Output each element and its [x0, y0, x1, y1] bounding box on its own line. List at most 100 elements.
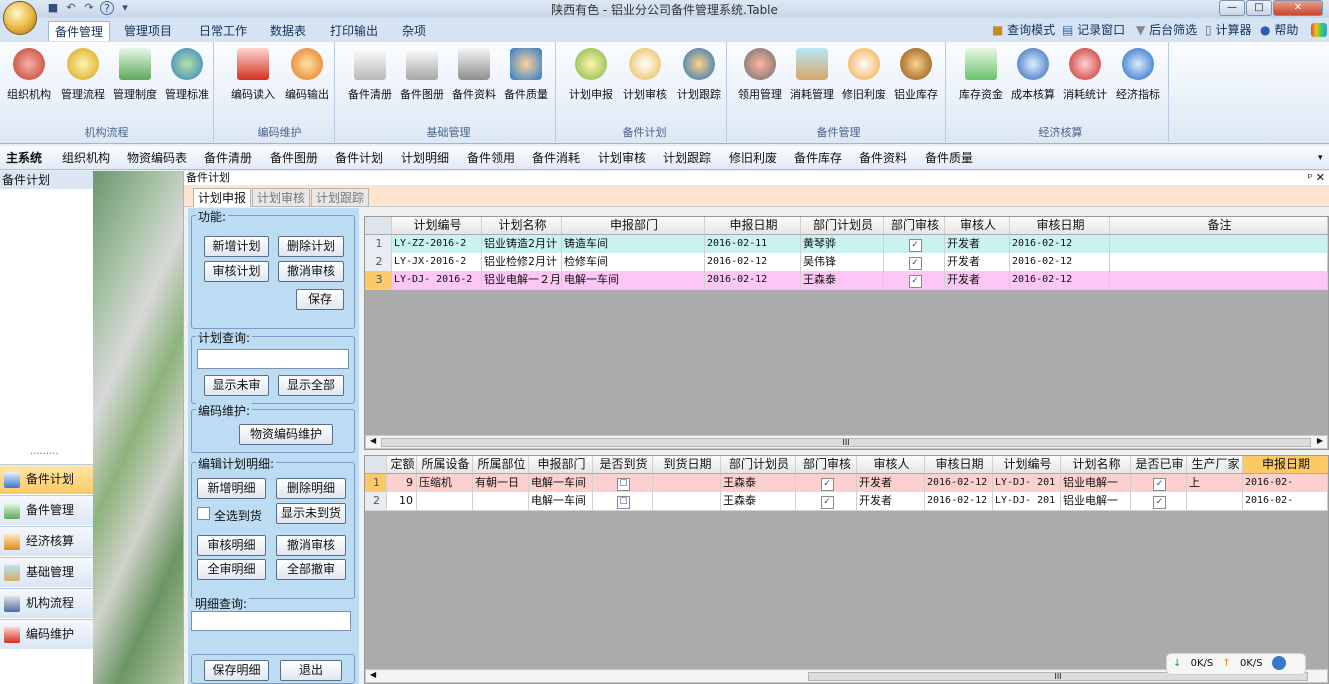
col-plan-no[interactable]: 计划编号: [392, 217, 482, 234]
parts-quality-button[interactable]: 备件质量: [500, 48, 552, 108]
show-unaudited-button[interactable]: 显示未审: [204, 375, 269, 396]
users-icon[interactable]: [1311, 23, 1327, 37]
table-cell[interactable]: 铝业检修2月计: [482, 253, 562, 271]
table-cell[interactable]: 2016-02-12: [925, 492, 993, 510]
col-equipment[interactable]: 所属设备: [417, 456, 473, 473]
col-is-audited[interactable]: 是否已审: [1131, 456, 1187, 473]
parts-list-button[interactable]: 备件清册: [344, 48, 396, 108]
table-cell[interactable]: 2016-02-11: [705, 235, 801, 253]
table-cell[interactable]: 10: [387, 492, 417, 510]
dept-audit-checkbox[interactable]: ✓: [884, 271, 945, 289]
undo-icon[interactable]: ↶: [64, 1, 78, 15]
grid-checkbox[interactable]: ✓: [1131, 492, 1187, 510]
col-dept-audit[interactable]: 部门审核: [884, 217, 945, 234]
grid-checkbox[interactable]: ☐: [593, 492, 653, 510]
nav-main-system[interactable]: 主系统: [6, 150, 42, 166]
table-cell[interactable]: 检修车间: [562, 253, 705, 271]
col-dept[interactable]: 申报部门: [529, 456, 593, 473]
browser-icon[interactable]: [1271, 656, 1286, 670]
dept-audit-checkbox[interactable]: ✓: [884, 253, 945, 271]
table-cell[interactable]: [1110, 271, 1328, 289]
row-number[interactable]: 1: [365, 235, 392, 253]
table-cell[interactable]: [1110, 235, 1328, 253]
save-icon[interactable]: ■: [46, 1, 60, 15]
table-cell[interactable]: 9: [387, 474, 417, 492]
tab-daily-work[interactable]: 日常工作: [193, 21, 253, 41]
col-planner[interactable]: 部门计划员: [801, 217, 884, 234]
background-filter-button[interactable]: ▼ 后台筛选: [1136, 22, 1197, 38]
table-cell[interactable]: 开发者: [857, 474, 925, 492]
audit-all-button[interactable]: 全审明细: [197, 559, 266, 580]
cancel-audit-detail-button[interactable]: 撤消审核: [276, 535, 346, 556]
nav-parts-quality[interactable]: 备件质量: [925, 150, 973, 166]
table-cell[interactable]: 王森泰: [721, 492, 796, 510]
table-cell[interactable]: 黄琴骅: [801, 235, 884, 253]
code-export-button[interactable]: 编码输出: [281, 48, 333, 108]
col-audit-date[interactable]: 审核日期: [1010, 217, 1110, 234]
nav-parts-drawings[interactable]: 备件图册: [270, 150, 318, 166]
col-planner[interactable]: 部门计划员: [721, 456, 796, 473]
delete-detail-button[interactable]: 删除明细: [276, 478, 346, 499]
select-all-arrived-checkbox[interactable]: 全选到货: [197, 507, 262, 524]
table-cell[interactable]: [417, 492, 473, 510]
maximize-button[interactable]: □: [1246, 0, 1272, 16]
sidebar-item-base[interactable]: 基础管理: [0, 557, 93, 587]
table-cell[interactable]: 铝业电解一: [1061, 492, 1131, 510]
table-cell[interactable]: 开发者: [945, 271, 1010, 289]
save-detail-button[interactable]: 保存明细: [204, 660, 269, 681]
plan-query-input[interactable]: [197, 349, 349, 369]
sidebar-item-econ[interactable]: 经济核算: [0, 526, 93, 556]
mgmt-flow-button[interactable]: 管理流程: [58, 48, 108, 108]
cost-accounting-button[interactable]: 成本核算: [1007, 48, 1059, 108]
table-cell[interactable]: LY-DJ- 201: [993, 474, 1061, 492]
col-plan-no[interactable]: 计划编号: [993, 456, 1061, 473]
show-all-button[interactable]: 显示全部: [278, 375, 344, 396]
subtab-plan-track[interactable]: 计划跟踪: [311, 188, 370, 207]
nav-overflow-chevron-icon[interactable]: ▾: [1318, 150, 1323, 166]
table-cell[interactable]: 电解一车间: [529, 492, 593, 510]
col-arrived[interactable]: 是否到货: [593, 456, 653, 473]
table-row[interactable]: 2 10 电解一车间 ☐ 王森泰 ✓ 开发者 2016-02-12 LY-DJ- 201 铝业电解…: [365, 492, 1328, 511]
table-cell[interactable]: 2016-02-12: [925, 474, 993, 492]
tab-data-table[interactable]: 数据表: [264, 21, 312, 41]
nav-material-codes[interactable]: 物资编码表: [127, 150, 187, 166]
mgmt-standards-button[interactable]: 管理标准: [162, 48, 212, 108]
org-structure-button[interactable]: 组织机构: [4, 48, 54, 108]
col-quota[interactable]: 定额: [387, 456, 417, 473]
grid-checkbox[interactable]: ✓: [796, 474, 857, 492]
table-cell[interactable]: LY-JX-2016-2: [392, 253, 482, 271]
nav-parts-plan[interactable]: 备件计划: [335, 150, 383, 166]
detail-query-input[interactable]: [191, 611, 351, 631]
parts-docs-button[interactable]: 备件资料: [448, 48, 500, 108]
mgmt-rules-button[interactable]: 管理制度: [110, 48, 160, 108]
sidebar-item-parts-plan[interactable]: 备件计划: [0, 464, 93, 494]
exit-button[interactable]: 退出: [280, 660, 342, 681]
table-cell[interactable]: 铝业铸造2月计: [482, 235, 562, 253]
minimize-button[interactable]: —: [1219, 0, 1245, 16]
quick-access-more-icon[interactable]: ▾: [118, 1, 132, 15]
al-inventory-button[interactable]: 铝业库存: [890, 48, 942, 108]
table-cell[interactable]: 2016-02-12: [705, 271, 801, 289]
sidebar-item-org-flow[interactable]: 机构流程: [0, 588, 93, 618]
col-report-date[interactable]: 申报日期: [1243, 456, 1328, 473]
grid-checkbox[interactable]: ☐: [593, 474, 653, 492]
nav-repair-reuse[interactable]: 修旧利废: [729, 150, 777, 166]
table-cell[interactable]: 电解一车间: [562, 271, 705, 289]
help-icon[interactable]: ?: [100, 1, 114, 15]
scroll-right-icon[interactable]: ▶: [1317, 436, 1323, 445]
col-manufacturer[interactable]: 生产厂家: [1187, 456, 1243, 473]
grid-checkbox[interactable]: ✓: [796, 492, 857, 510]
add-detail-button[interactable]: 新增明细: [197, 478, 266, 499]
plan-grid-hscrollbar[interactable]: ◀ III ▶: [365, 435, 1328, 449]
col-auditor[interactable]: 审核人: [945, 217, 1010, 234]
nav-parts-usage[interactable]: 备件领用: [467, 150, 515, 166]
col-arrival-date[interactable]: 到货日期: [653, 456, 721, 473]
table-cell[interactable]: [1187, 492, 1243, 510]
parts-drawings-button[interactable]: 备件图册: [396, 48, 448, 108]
sidebar-item-code[interactable]: 编码维护: [0, 619, 93, 649]
table-cell[interactable]: 铸造车间: [562, 235, 705, 253]
save-button[interactable]: 保存: [296, 289, 344, 310]
close-button[interactable]: ✕: [1273, 0, 1323, 16]
table-cell[interactable]: 开发者: [945, 253, 1010, 271]
table-cell[interactable]: 2016-02-12: [705, 253, 801, 271]
